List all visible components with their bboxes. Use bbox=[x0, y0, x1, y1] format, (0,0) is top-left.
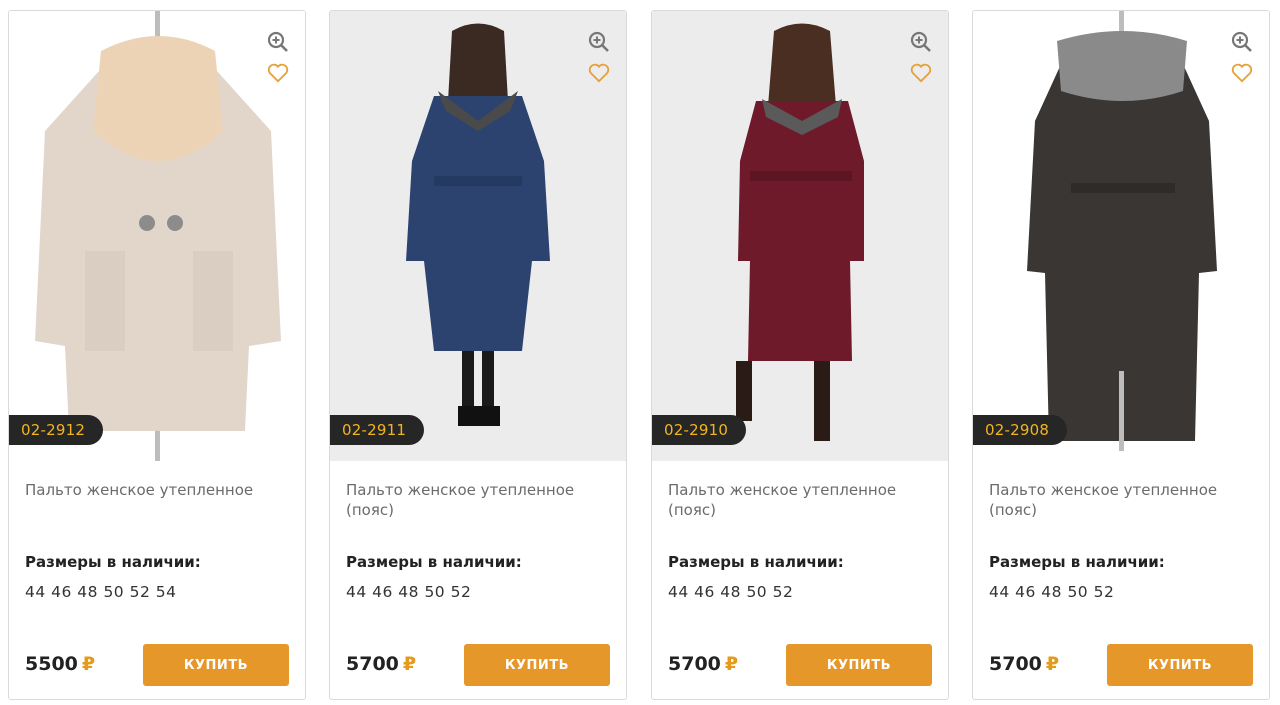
sku-badge: 02-2910 bbox=[652, 415, 747, 445]
sizes-list: 44 46 48 50 52 bbox=[989, 583, 1115, 601]
sizes-label: Размеры в наличии: bbox=[346, 553, 522, 571]
product-image[interactable]: 02-2910 bbox=[652, 11, 948, 461]
product-name[interactable]: Пальто женское утепленное (пояс) bbox=[346, 480, 616, 520]
price: 5500 ₽ bbox=[25, 653, 95, 675]
sizes-label: Размеры в наличии: bbox=[668, 553, 844, 571]
buy-button[interactable]: КУПИТЬ bbox=[143, 644, 289, 686]
product-card[interactable]: 02-2912 Пальто женское утепленное Размер… bbox=[8, 10, 306, 700]
heart-icon[interactable] bbox=[1231, 63, 1253, 83]
sizes-label: Размеры в наличии: bbox=[989, 553, 1165, 571]
product-image[interactable]: 02-2911 bbox=[330, 11, 626, 461]
zoom-in-icon[interactable] bbox=[588, 31, 610, 53]
price: 5700 ₽ bbox=[346, 653, 416, 675]
coat-photo bbox=[330, 11, 626, 461]
sku-badge: 02-2908 bbox=[973, 415, 1068, 445]
heart-icon[interactable] bbox=[588, 63, 610, 83]
ruble-icon: ₽ bbox=[724, 653, 739, 675]
sku-badge: 02-2911 bbox=[330, 415, 425, 445]
sizes-list: 44 46 48 50 52 54 bbox=[25, 583, 177, 601]
buy-button[interactable]: КУПИТЬ bbox=[1107, 644, 1253, 686]
buy-button[interactable]: КУПИТЬ bbox=[464, 644, 610, 686]
buy-button[interactable]: КУПИТЬ bbox=[786, 644, 932, 686]
price-value: 5500 bbox=[25, 653, 78, 675]
sizes-list: 44 46 48 50 52 bbox=[668, 583, 794, 601]
coat-photo bbox=[973, 11, 1269, 461]
ruble-icon: ₽ bbox=[81, 653, 96, 675]
product-name[interactable]: Пальто женское утепленное bbox=[25, 480, 295, 500]
product-card[interactable]: 02-2911 Пальто женское утепленное (пояс)… bbox=[329, 10, 627, 700]
ruble-icon: ₽ bbox=[402, 653, 417, 675]
sizes-label: Размеры в наличии: bbox=[25, 553, 201, 571]
ruble-icon: ₽ bbox=[1045, 653, 1060, 675]
price: 5700 ₽ bbox=[989, 653, 1059, 675]
price-value: 5700 bbox=[668, 653, 721, 675]
product-image[interactable]: 02-2908 bbox=[973, 11, 1269, 461]
heart-icon[interactable] bbox=[267, 63, 289, 83]
price-value: 5700 bbox=[989, 653, 1042, 675]
coat-photo bbox=[9, 11, 305, 461]
price: 5700 ₽ bbox=[668, 653, 738, 675]
product-name[interactable]: Пальто женское утепленное (пояс) bbox=[668, 480, 938, 520]
sizes-list: 44 46 48 50 52 bbox=[346, 583, 472, 601]
product-card[interactable]: 02-2908 Пальто женское утепленное (пояс)… bbox=[972, 10, 1270, 700]
zoom-in-icon[interactable] bbox=[267, 31, 289, 53]
product-card[interactable]: 02-2910 Пальто женское утепленное (пояс)… bbox=[651, 10, 949, 700]
sku-badge: 02-2912 bbox=[9, 415, 104, 445]
price-value: 5700 bbox=[346, 653, 399, 675]
coat-photo bbox=[652, 11, 948, 461]
product-image[interactable]: 02-2912 bbox=[9, 11, 305, 461]
zoom-in-icon[interactable] bbox=[910, 31, 932, 53]
product-name[interactable]: Пальто женское утепленное (пояс) bbox=[989, 480, 1259, 520]
zoom-in-icon[interactable] bbox=[1231, 31, 1253, 53]
heart-icon[interactable] bbox=[910, 63, 932, 83]
